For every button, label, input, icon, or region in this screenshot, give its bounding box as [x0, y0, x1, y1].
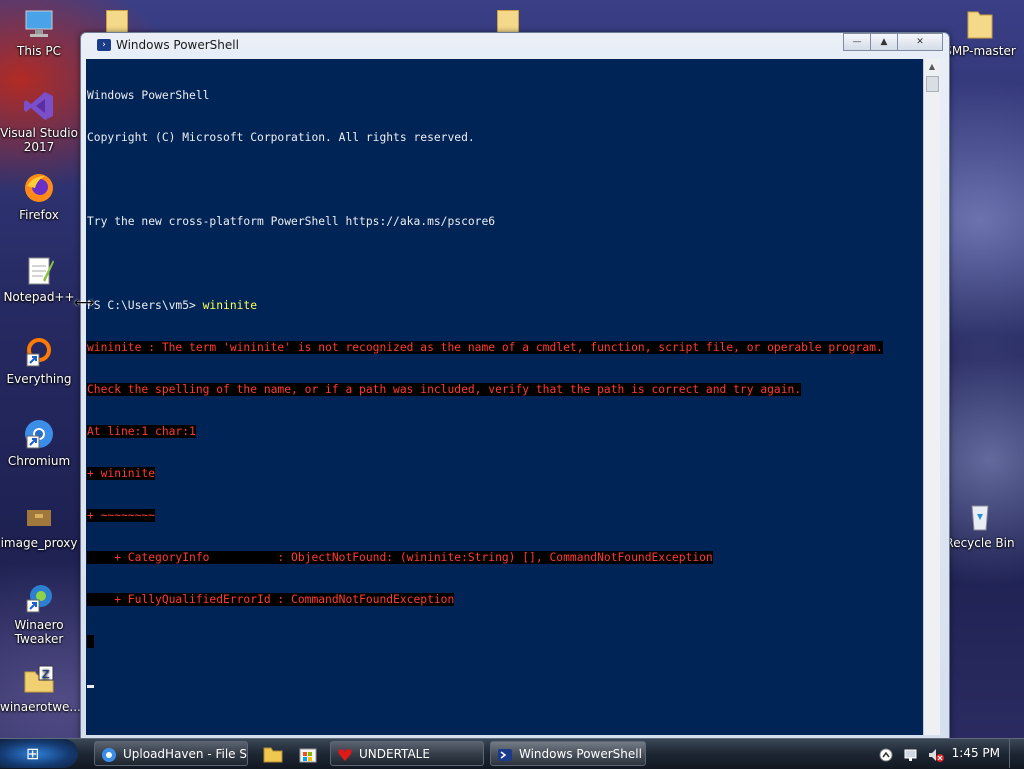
image-proxy-icon [23, 500, 55, 532]
command-text: wininite [202, 299, 258, 312]
scroll-up-arrow-icon[interactable]: ▲ [924, 59, 940, 75]
text-cursor [87, 685, 94, 688]
recycle-bin-icon [964, 500, 996, 532]
console-line: Windows PowerShell [87, 89, 210, 102]
taskbar: ⊞ UploadHaven - File S... UNDERTALE Wind… [0, 738, 1024, 769]
chromium-icon [101, 747, 117, 763]
error-text: At line:1 char:1 [87, 425, 196, 438]
desktop-icon-label: Notepad++ [3, 290, 75, 304]
desktop-icon-label: Firefox [19, 208, 59, 222]
resize-cursor-icon: ⟷ [74, 295, 95, 311]
scrollbar-thumb[interactable] [926, 76, 939, 92]
network-icon[interactable] [903, 747, 919, 761]
error-text: wininite : The term 'wininite' is not re… [87, 341, 883, 354]
console-area[interactable]: Windows PowerShell Copyright (C) Microso… [86, 59, 940, 735]
error-text: + FullyQualifiedErrorId : CommandNotFoun… [87, 593, 455, 606]
show-desktop-button[interactable] [1009, 739, 1024, 768]
winaero-icon [23, 582, 55, 614]
taskbar-button-label: Windows PowerShell [519, 747, 642, 761]
error-text: + CategoryInfo : ObjectNotFound: (winini… [87, 551, 713, 564]
desktop-icon-label: winaerotwe... [0, 700, 81, 714]
start-button[interactable]: ⊞ [0, 739, 78, 768]
tray-overflow-icon[interactable] [878, 747, 894, 762]
desktop-icon-firefox[interactable]: Firefox [0, 172, 78, 222]
window-title: Windows PowerShell [116, 38, 239, 52]
error-block-end [87, 635, 94, 648]
error-text: Check the spelling of the name, or if a … [87, 383, 802, 396]
zip-folder-icon: Z [23, 664, 55, 696]
taskbar-button-label: UploadHaven - File S... [123, 747, 248, 761]
console-prompt-line: PS C:\Users\vm5> wininite [87, 299, 923, 313]
prompt-text: PS C:\Users\vm5> [87, 299, 203, 312]
taskbar-button-uploadhaven[interactable]: UploadHaven - File S... [94, 741, 248, 766]
console-line: Copyright (C) Microsoft Corporation. All… [87, 131, 475, 144]
error-text: + wininite [87, 467, 156, 480]
desktop-icon-image-proxy[interactable]: image_proxy [0, 500, 78, 550]
volume-muted-icon[interactable] [928, 747, 944, 762]
firefox-icon [23, 172, 55, 204]
taskbar-button-label: UNDERTALE [359, 747, 430, 761]
console-output[interactable]: Windows PowerShell Copyright (C) Microso… [87, 61, 923, 719]
svg-text:Z: Z [42, 668, 50, 681]
store-icon[interactable] [297, 743, 319, 765]
taskbar-clock[interactable]: 1:45 PM [952, 739, 1000, 768]
chromium-icon [23, 418, 55, 450]
desktop-icon-visual-studio[interactable]: Visual Studio 2017 [0, 90, 78, 154]
desktop-icon-label: Winaero Tweaker [14, 618, 64, 646]
vertical-scrollbar[interactable]: ▲ [923, 59, 940, 735]
error-line: At line:1 char:1 [87, 425, 923, 439]
maximize-button[interactable]: ▲ [870, 33, 898, 51]
desktop-icon-notepadpp[interactable]: Notepad++ [0, 254, 78, 304]
everything-icon [23, 336, 55, 368]
error-line: + wininite [87, 467, 923, 481]
console-line: Try the new cross-platform PowerShell ht… [87, 215, 496, 228]
computer-icon [23, 8, 55, 40]
close-button[interactable]: ✕ [897, 33, 943, 51]
error-line: + FullyQualifiedErrorId : CommandNotFoun… [87, 593, 923, 607]
window-controls: — ▲ ✕ [843, 33, 943, 51]
powershell-icon [497, 747, 513, 763]
desktop-icon-this-pc[interactable]: This PC [0, 8, 78, 58]
desktop-icon-winaero-zip[interactable]: Z winaerotwe... [0, 664, 81, 714]
desktop-icon-everything[interactable]: Everything [0, 336, 78, 386]
notepadpp-icon [23, 254, 55, 286]
taskbar-button-powershell[interactable]: Windows PowerShell [490, 741, 646, 766]
powershell-icon: › [97, 39, 111, 51]
desktop-icon-label: Visual Studio 2017 [0, 126, 78, 154]
error-line: Check the spelling of the name, or if a … [87, 383, 923, 397]
visual-studio-icon [23, 90, 55, 122]
desktop-icon-label: This PC [17, 44, 61, 58]
desktop-icon-label: Everything [6, 372, 72, 386]
minimize-button[interactable]: — [843, 33, 871, 51]
window-titlebar[interactable]: › Windows PowerShell — ▲ ✕ [81, 33, 949, 59]
error-text: + ~~~~~~~~ [87, 509, 156, 522]
taskbar-button-undertale[interactable]: UNDERTALE [330, 741, 484, 766]
folder-icon [964, 8, 996, 40]
file-explorer-icon[interactable] [262, 743, 284, 765]
error-line: + ~~~~~~~~ [87, 509, 923, 523]
console-cursor-line [87, 677, 923, 691]
heart-icon [337, 747, 353, 763]
desktop-icon-winaero-tweaker[interactable]: Winaero Tweaker [0, 582, 78, 646]
desktop-icon-label: Chromium [7, 454, 71, 468]
desktop-icon-chromium[interactable]: Chromium [0, 418, 78, 468]
powershell-window[interactable]: › Windows PowerShell — ▲ ✕ Windows Power… [80, 32, 950, 740]
desktop-icon-label: image_proxy [0, 536, 78, 550]
console-line [87, 635, 923, 649]
error-line: + CategoryInfo : ObjectNotFound: (winini… [87, 551, 923, 565]
error-line: wininite : The term 'wininite' is not re… [87, 341, 923, 355]
